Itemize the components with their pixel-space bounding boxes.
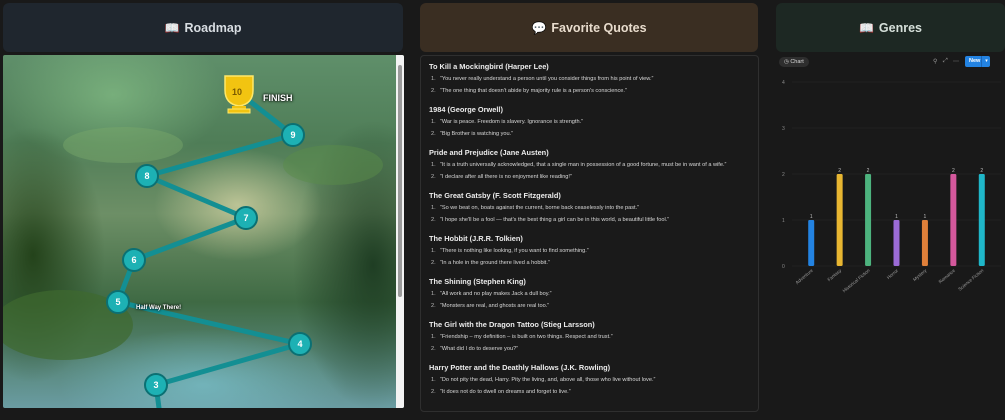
data-label: 2 [867,168,870,174]
quote-item: 2. “The one thing that doesn't abide by m… [431,88,627,94]
x-tick-label: Historical Fiction [842,268,871,294]
book-entry: The Girl with the Dragon Tattoo (Stieg L… [429,320,754,352]
y-tick-label: 4 [782,80,785,86]
x-tick-label: Adventure [795,268,815,286]
y-tick-label: 3 [782,126,785,132]
roadmap-header: 📖 Roadmap [3,3,403,52]
x-tick-label: Horror [886,268,900,280]
data-label: 2 [838,168,841,174]
filter-icon[interactable]: ⚲ [933,58,937,65]
book-entry: The Great Gatsby (F. Scott Fitzgerald) 1… [429,191,754,223]
data-label: 2 [980,168,983,174]
expand-icon[interactable]: ⤢ [943,58,948,65]
x-tick-label: Mystery [912,267,928,282]
data-label: 2 [952,168,955,174]
genres-header: 📖 Genres [776,3,1005,52]
quote-item: 2. “Monsters are real, and ghosts are rea… [431,303,550,309]
data-label: 1 [924,214,927,220]
book-entry: The Shining (Stephen King) 1. “All work a… [429,277,754,309]
book-icon: 📖 [164,20,180,35]
bar-horror [893,220,900,266]
scrollbar-thumb[interactable] [398,65,402,297]
y-tick-label: 2 [782,172,785,178]
svg-text:3: 3 [153,380,158,390]
quote-item: 2. “In a hole in the ground there lived a… [431,260,550,266]
svg-text:9: 9 [290,130,295,140]
bar-adventure [808,220,815,266]
quotes-title: Favorite Quotes [551,20,647,35]
speech-bubble-icon: 💬 [531,20,547,35]
book-icon: 📖 [858,20,874,35]
svg-text:6: 6 [131,255,136,265]
book-title: 1984 (George Orwell) [429,105,503,114]
book-entry: The Hobbit (J.R.R. Tolkien) 1. “There is … [429,234,754,266]
trophy-icon: 10 [224,75,254,114]
book-title: The Shining (Stephen King) [429,277,526,286]
quote-item: 1. “War is peace. Freedom is slavery. Ign… [431,119,584,125]
book-title: Harry Potter and the Deathly Hallows (J.… [429,363,611,372]
book-entry: Pride and Prejudice (Jane Austen) 1. “It … [429,148,754,180]
y-tick-label: 1 [782,218,785,224]
svg-text:10: 10 [232,87,242,97]
quote-item: 2. “What did I do to deserve you?” [431,346,519,352]
genres-panel: ◷ Chart ⚲ ⤢ ⋯ New ▾ 0 1 2 3 4 1 Adventure 2 Fant… [776,55,1005,420]
roadmap-node-8: 8 [135,164,159,188]
roadmap-title: Roadmap [184,20,242,35]
quote-item: 2. “I declare after all there is no enjoy… [431,174,572,180]
svg-text:5: 5 [115,297,120,307]
roadmap-node-6: 6 [122,248,146,272]
data-label: 1 [895,214,898,220]
genres-bar-chart: 0 1 2 3 4 1 Adventure 2 Fantasy 2 Historical Ficti… [782,80,1001,294]
halfway-label: Half Way There! [136,305,182,311]
roadmap-node-7: 7 [234,206,258,230]
genres-title: Genres [878,20,923,35]
bar-fantasy [836,174,843,266]
bar-historical-fiction [865,174,872,266]
book-title: The Great Gatsby (F. Scott Fitzgerald) [429,191,561,200]
book-entry: To Kill a Mockingbird (Harper Lee) 1. “Yo… [429,62,754,94]
svg-text:8: 8 [144,171,149,181]
chart-view-tab[interactable]: ◷ Chart [779,57,809,67]
book-entry: Harry Potter and the Deathly Hallows (J.… [429,363,754,395]
quote-item: 2. “It does not do to dwell on dreams and… [431,389,571,395]
svg-text:4: 4 [297,339,302,349]
data-label: 1 [810,214,813,220]
roadmap-node-3: 3 [144,373,168,397]
bar-mystery [921,220,928,266]
quote-item: 1. “Friendship – my definition – is built… [431,334,613,340]
book-entry: 1984 (George Orwell) 1. “War is peace. Fr… [429,105,754,137]
roadmap-image: 10 3 4 5 6 7 8 9 FINISH Half Way There! [3,55,404,408]
roadmap-scrollbar[interactable] [396,55,404,408]
quote-item: 1. “Do not pity the dead, Harry. Pity the… [431,377,656,383]
y-tick-label: 0 [782,264,785,270]
quotes-panel: To Kill a Mockingbird (Harper Lee) 1. “Yo… [420,55,759,412]
book-title: Pride and Prejudice (Jane Austen) [429,148,549,157]
x-tick-label: Science Fiction [957,268,984,292]
quote-item: 1. “All work and no play makes Jack a dul… [431,291,552,297]
x-tick-label: Romance [938,268,957,285]
svg-text:7: 7 [243,213,248,223]
more-icon[interactable]: ⋯ [953,58,959,65]
quote-item: 2. “I hope she'll be a fool — that's the … [431,217,670,223]
book-title: To Kill a Mockingbird (Harper Lee) [429,62,549,71]
book-title: The Girl with the Dragon Tattoo (Stieg L… [429,320,595,329]
roadmap-node-4: 4 [288,332,312,356]
roadmap-node-5: 5 [106,290,130,314]
roadmap-node-9: 9 [281,123,305,147]
quote-item: 1. “You never really understand a person … [431,76,654,82]
bar-romance [950,174,957,266]
quote-item: 2. “Big Brother is watching you.” [431,131,514,137]
quotes-header: 💬 Favorite Quotes [420,3,758,52]
quote-item: 1. “It is a truth universally acknowledge… [431,162,727,168]
quote-item: 1. “So we beat on, boats against the curr… [431,205,640,211]
bar-science-fiction [978,174,985,266]
finish-label: FINISH [263,93,293,103]
roadmap-path: 10 3 4 5 6 7 8 9 [3,75,383,408]
book-title: The Hobbit (J.R.R. Tolkien) [429,234,523,243]
quote-item: 1. “There is nothing like looking, if you… [431,248,589,254]
chevron-down-icon[interactable]: ▾ [981,56,991,67]
x-tick-label: Fantasy [827,267,843,282]
